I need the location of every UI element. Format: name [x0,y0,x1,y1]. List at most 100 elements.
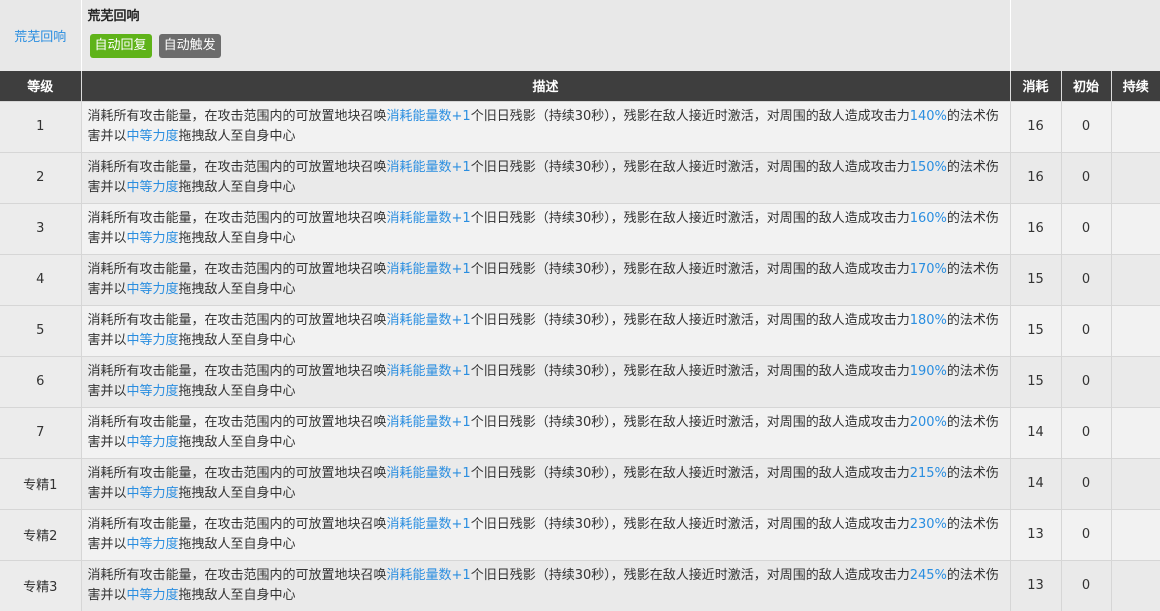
desc-text: 个旧日残影（持续30秒），残影在敌人接近时激活，对周围的敌人造成攻击力 [470,516,910,532]
column-header-cost: 消耗 [1010,71,1062,101]
desc-highlight-percent: 150% [909,159,947,175]
desc-highlight-energy: 消耗能量数+1 [386,414,471,430]
row-initial: 0 [1061,202,1112,254]
row-cost: 14 [1010,457,1062,509]
row-cost: 13 [1010,559,1062,611]
desc-highlight-energy: 消耗能量数+1 [386,363,471,379]
row-level: 6 [0,355,82,407]
row-duration [1111,457,1160,509]
desc-highlight-energy: 消耗能量数+1 [386,210,471,226]
row-level: 7 [0,406,82,458]
desc-text: 个旧日残影（持续30秒），残影在敌人接近时激活，对周围的敌人造成攻击力 [470,567,910,583]
row-description: 消耗所有攻击能量，在攻击范围内的可放置地块召唤消耗能量数+1个旧日残影（持续30… [81,304,1011,356]
row-cost: 13 [1010,508,1062,560]
desc-text: 消耗所有攻击能量，在攻击范围内的可放置地块召唤 [87,465,387,481]
row-initial: 0 [1061,355,1112,407]
row-cost: 16 [1010,202,1062,254]
row-level: 2 [0,151,82,203]
row-description: 消耗所有攻击能量，在攻击范围内的可放置地块召唤消耗能量数+1个旧日残影（持续30… [81,100,1011,152]
desc-text: 消耗所有攻击能量，在攻击范围内的可放置地块召唤 [87,261,387,277]
desc-highlight-percent: 215% [909,465,947,481]
desc-highlight-force: 中等力度 [126,434,179,450]
desc-highlight-energy: 消耗能量数+1 [386,567,471,583]
desc-text: 消耗所有攻击能量，在攻击范围内的可放置地块召唤 [87,159,387,175]
desc-highlight-force: 中等力度 [126,230,179,246]
row-duration [1111,508,1160,560]
desc-highlight-percent: 190% [909,363,947,379]
desc-highlight-percent: 140% [909,108,947,124]
skill-header-blank [1009,0,1160,71]
desc-highlight-energy: 消耗能量数+1 [386,159,471,175]
row-description: 消耗所有攻击能量，在攻击范围内的可放置地块召唤消耗能量数+1个旧日残影（持续30… [81,151,1011,203]
desc-highlight-force: 中等力度 [126,383,179,399]
desc-highlight-force: 中等力度 [126,587,179,603]
desc-text: 个旧日残影（持续30秒），残影在敌人接近时激活，对周围的敌人造成攻击力 [470,465,910,481]
skill-table: 荒芜回响 荒芜回响 自动回复 自动触发 等级 描述 消耗 初始 持续 1 消耗所有… [0,0,1160,611]
table-row: 1 消耗所有攻击能量，在攻击范围内的可放置地块召唤消耗能量数+1个旧日残影（持续3… [0,100,1160,152]
desc-text: 消耗所有攻击能量，在攻击范围内的可放置地块召唤 [87,414,387,430]
row-level: 3 [0,202,82,254]
column-header-level: 等级 [0,71,82,101]
desc-highlight-force: 中等力度 [126,485,179,501]
desc-text: 消耗所有攻击能量，在攻击范围内的可放置地块召唤 [87,312,387,328]
desc-highlight-force: 中等力度 [126,128,179,144]
desc-text: 消耗所有攻击能量，在攻击范围内的可放置地块召唤 [87,567,387,583]
desc-text: 拖拽敌人至自身中心 [178,281,296,297]
desc-highlight-force: 中等力度 [126,281,179,297]
desc-text: 个旧日残影（持续30秒），残影在敌人接近时激活，对周围的敌人造成攻击力 [470,210,910,226]
row-initial: 0 [1061,508,1112,560]
skill-name-link[interactable]: 荒芜回响 [14,30,66,45]
desc-text: 消耗所有攻击能量，在攻击范围内的可放置地块召唤 [87,210,387,226]
column-header-description: 描述 [81,71,1011,101]
desc-highlight-energy: 消耗能量数+1 [386,312,471,328]
row-cost: 14 [1010,406,1062,458]
desc-highlight-percent: 230% [909,516,947,532]
desc-highlight-percent: 170% [909,261,947,277]
desc-highlight-percent: 160% [909,210,947,226]
table-row: 专精3 消耗所有攻击能量，在攻击范围内的可放置地块召唤消耗能量数+1个旧日残影（持… [0,559,1160,611]
desc-highlight-percent: 200% [909,414,947,430]
row-cost: 16 [1010,100,1062,152]
desc-highlight-percent: 245% [909,567,947,583]
badge-auto-recover: 自动回复 [89,34,152,58]
table-row: 5 消耗所有攻击能量，在攻击范围内的可放置地块召唤消耗能量数+1个旧日残影（持续3… [0,304,1160,356]
row-cost: 15 [1010,355,1062,407]
desc-text: 拖拽敌人至自身中心 [178,230,296,246]
column-header-initial: 初始 [1061,71,1112,101]
row-level: 5 [0,304,82,356]
desc-highlight-force: 中等力度 [126,536,179,552]
desc-text: 个旧日残影（持续30秒），残影在敌人接近时激活，对周围的敌人造成攻击力 [470,414,910,430]
desc-highlight-percent: 180% [909,312,947,328]
row-initial: 0 [1061,253,1112,305]
row-cost: 15 [1010,304,1062,356]
skill-badges: 自动回复 自动触发 [82,23,1010,58]
desc-highlight-energy: 消耗能量数+1 [386,108,471,124]
desc-text: 拖拽敌人至自身中心 [178,332,296,348]
desc-highlight-force: 中等力度 [126,179,179,195]
row-description: 消耗所有攻击能量，在攻击范围内的可放置地块召唤消耗能量数+1个旧日残影（持续30… [81,253,1011,305]
desc-text: 个旧日残影（持续30秒），残影在敌人接近时激活，对周围的敌人造成攻击力 [470,363,910,379]
table-row: 6 消耗所有攻击能量，在攻击范围内的可放置地块召唤消耗能量数+1个旧日残影（持续3… [0,355,1160,407]
desc-text: 拖拽敌人至自身中心 [178,485,296,501]
desc-highlight-energy: 消耗能量数+1 [386,465,471,481]
table-row: 2 消耗所有攻击能量，在攻击范围内的可放置地块召唤消耗能量数+1个旧日残影（持续3… [0,151,1160,203]
row-initial: 0 [1061,100,1112,152]
skill-name-cell: 荒芜回响 [0,0,82,71]
row-initial: 0 [1061,304,1112,356]
row-description: 消耗所有攻击能量，在攻击范围内的可放置地块召唤消耗能量数+1个旧日残影（持续30… [81,406,1011,458]
row-cost: 16 [1010,151,1062,203]
column-header-row: 等级 描述 消耗 初始 持续 [0,71,1160,101]
row-initial: 0 [1061,406,1112,458]
row-level: 专精3 [0,559,82,611]
column-header-duration: 持续 [1111,71,1160,101]
table-row: 7 消耗所有攻击能量，在攻击范围内的可放置地块召唤消耗能量数+1个旧日残影（持续3… [0,406,1160,458]
row-description: 消耗所有攻击能量，在攻击范围内的可放置地块召唤消耗能量数+1个旧日残影（持续30… [81,202,1011,254]
row-description: 消耗所有攻击能量，在攻击范围内的可放置地块召唤消耗能量数+1个旧日残影（持续30… [81,559,1011,611]
row-level: 4 [0,253,82,305]
skill-header: 荒芜回响 自动回复 自动触发 [81,0,1010,71]
table-row: 专精2 消耗所有攻击能量，在攻击范围内的可放置地块召唤消耗能量数+1个旧日残影（持… [0,508,1160,560]
row-description: 消耗所有攻击能量，在攻击范围内的可放置地块召唤消耗能量数+1个旧日残影（持续30… [81,508,1011,560]
row-initial: 0 [1061,457,1112,509]
desc-highlight-energy: 消耗能量数+1 [386,261,471,277]
desc-text: 拖拽敌人至自身中心 [178,587,296,603]
